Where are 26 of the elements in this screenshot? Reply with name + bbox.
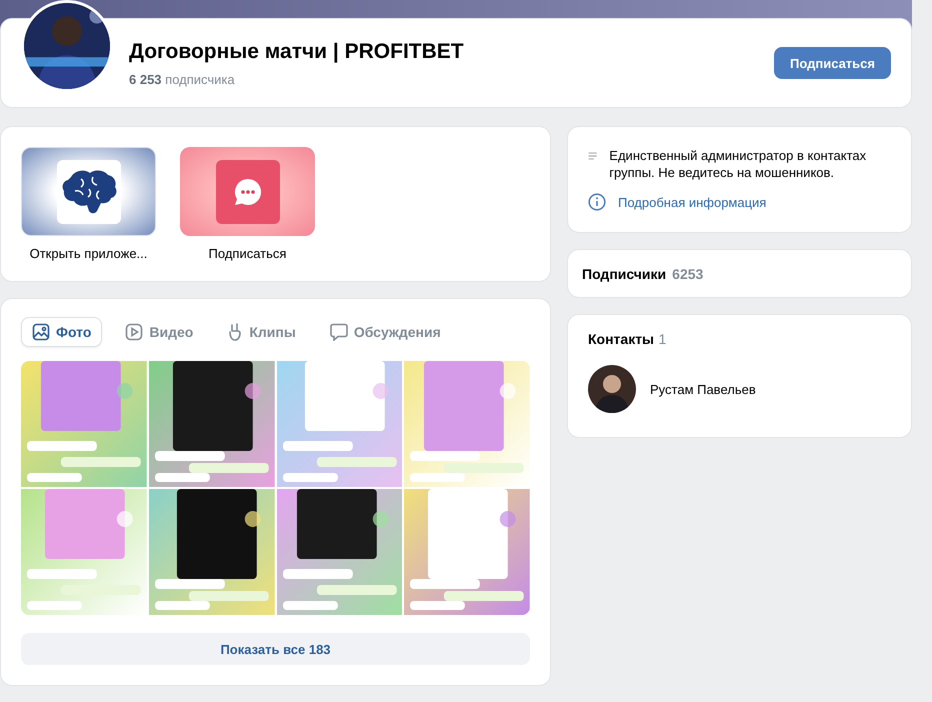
- contact-name[interactable]: Рустам Павельев: [650, 382, 756, 396]
- contacts-title: Контакты: [588, 331, 654, 347]
- group-title: Договорные матчи | PROFITBET: [129, 40, 465, 64]
- contacts-count: 1: [658, 331, 666, 347]
- app-label[interactable]: Открыть приложе...: [30, 246, 148, 261]
- description-text: Единственный администратор в контактах группы. Не ведитесь на мошенников.: [609, 147, 868, 181]
- chat-bubble-icon: [232, 176, 262, 206]
- subscribers-title: Подписчики: [582, 266, 666, 282]
- media-tab[interactable]: Фото: [21, 317, 102, 347]
- image-icon: [32, 323, 50, 341]
- play-icon: [125, 323, 144, 341]
- show-all-button[interactable]: Показать все 183: [21, 633, 530, 665]
- subscribers-count: 6253: [672, 266, 704, 282]
- hand-icon: [227, 322, 244, 342]
- media-tab[interactable]: Обсуждения: [318, 317, 452, 347]
- speech-bubble-icon: [330, 323, 348, 341]
- media-tab[interactable]: Видео: [114, 317, 204, 347]
- subscribe-button[interactable]: Подписаться: [774, 47, 891, 79]
- subscribers-card[interactable]: Подписчики 6253: [567, 249, 912, 298]
- subscriber-count: 6 253 подписчика: [129, 72, 236, 86]
- more-info-link[interactable]: Подробная информация: [618, 194, 766, 210]
- brain-icon: [60, 168, 116, 214]
- info-icon: [588, 193, 606, 211]
- avatar-icon: [588, 365, 636, 413]
- media-tab[interactable]: Клипы: [216, 317, 307, 347]
- app-label[interactable]: Подписаться: [208, 246, 286, 261]
